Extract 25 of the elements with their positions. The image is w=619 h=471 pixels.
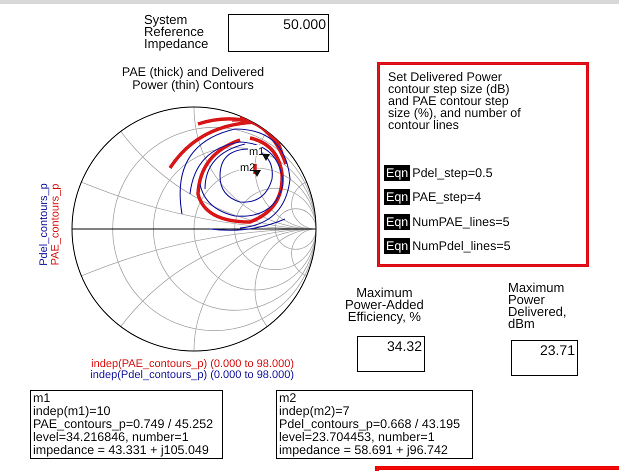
chart-title: PAE (thick) and Delivered Power (thin) Contours: [120, 66, 266, 92]
marker-icon: [262, 154, 270, 161]
readout-label: Maximum Power Delivered, dBm: [508, 282, 567, 330]
equation-badge: Eqn: [384, 189, 410, 206]
trace-legend-label: PAE_contours_p: [50, 183, 62, 265]
marker-readout: m2 indep(m2)=7 Pdel_contours_p=0.668 / 43.195 level=23.704453, number=1 impedance = 58.691 + j96.742: [276, 390, 473, 459]
equation-badge: Eqn: [384, 214, 410, 230]
equation-text: PAE_step=4: [412, 190, 482, 204]
equation-text: NumPdel_lines=5: [412, 238, 511, 253]
equation-text: Pdel_step=0.5: [412, 166, 493, 180]
marker-readout: m1 indep(m1)=10 PAE_contours_p=0.749 / 45.252 level=34.216846, number=1 impedance = 43.331 + j105.049: [30, 390, 223, 459]
trace-legend-label: Pdel_contours_p: [38, 182, 50, 266]
readout-field: 34.32: [357, 336, 425, 372]
reference-impedance-label: System Reference Impedance: [144, 14, 208, 50]
equation-badge: Eqn: [384, 165, 410, 182]
equation-text: NumPAE_lines=5: [412, 214, 510, 229]
marker-icon: [253, 170, 261, 177]
sweep-range-label: indep(Pdel_contours_p) (0.000 to 98.000): [89, 370, 294, 381]
readout-field: 23.71: [511, 340, 578, 376]
equation-badge: Eqn: [384, 238, 410, 254]
readout-label: Maximum Power-Added Efficiency, %: [345, 287, 424, 323]
reference-impedance-field: 50.000: [228, 14, 329, 52]
marker-label: m1: [249, 146, 264, 158]
panel-note: Set Delivered Power contour step size (dB) and PAE contour step size (%), and number of contour lines: [387, 71, 522, 131]
sweep-range-label: indep(PAE_contours_p) (0.000 to 98.000): [90, 359, 294, 370]
